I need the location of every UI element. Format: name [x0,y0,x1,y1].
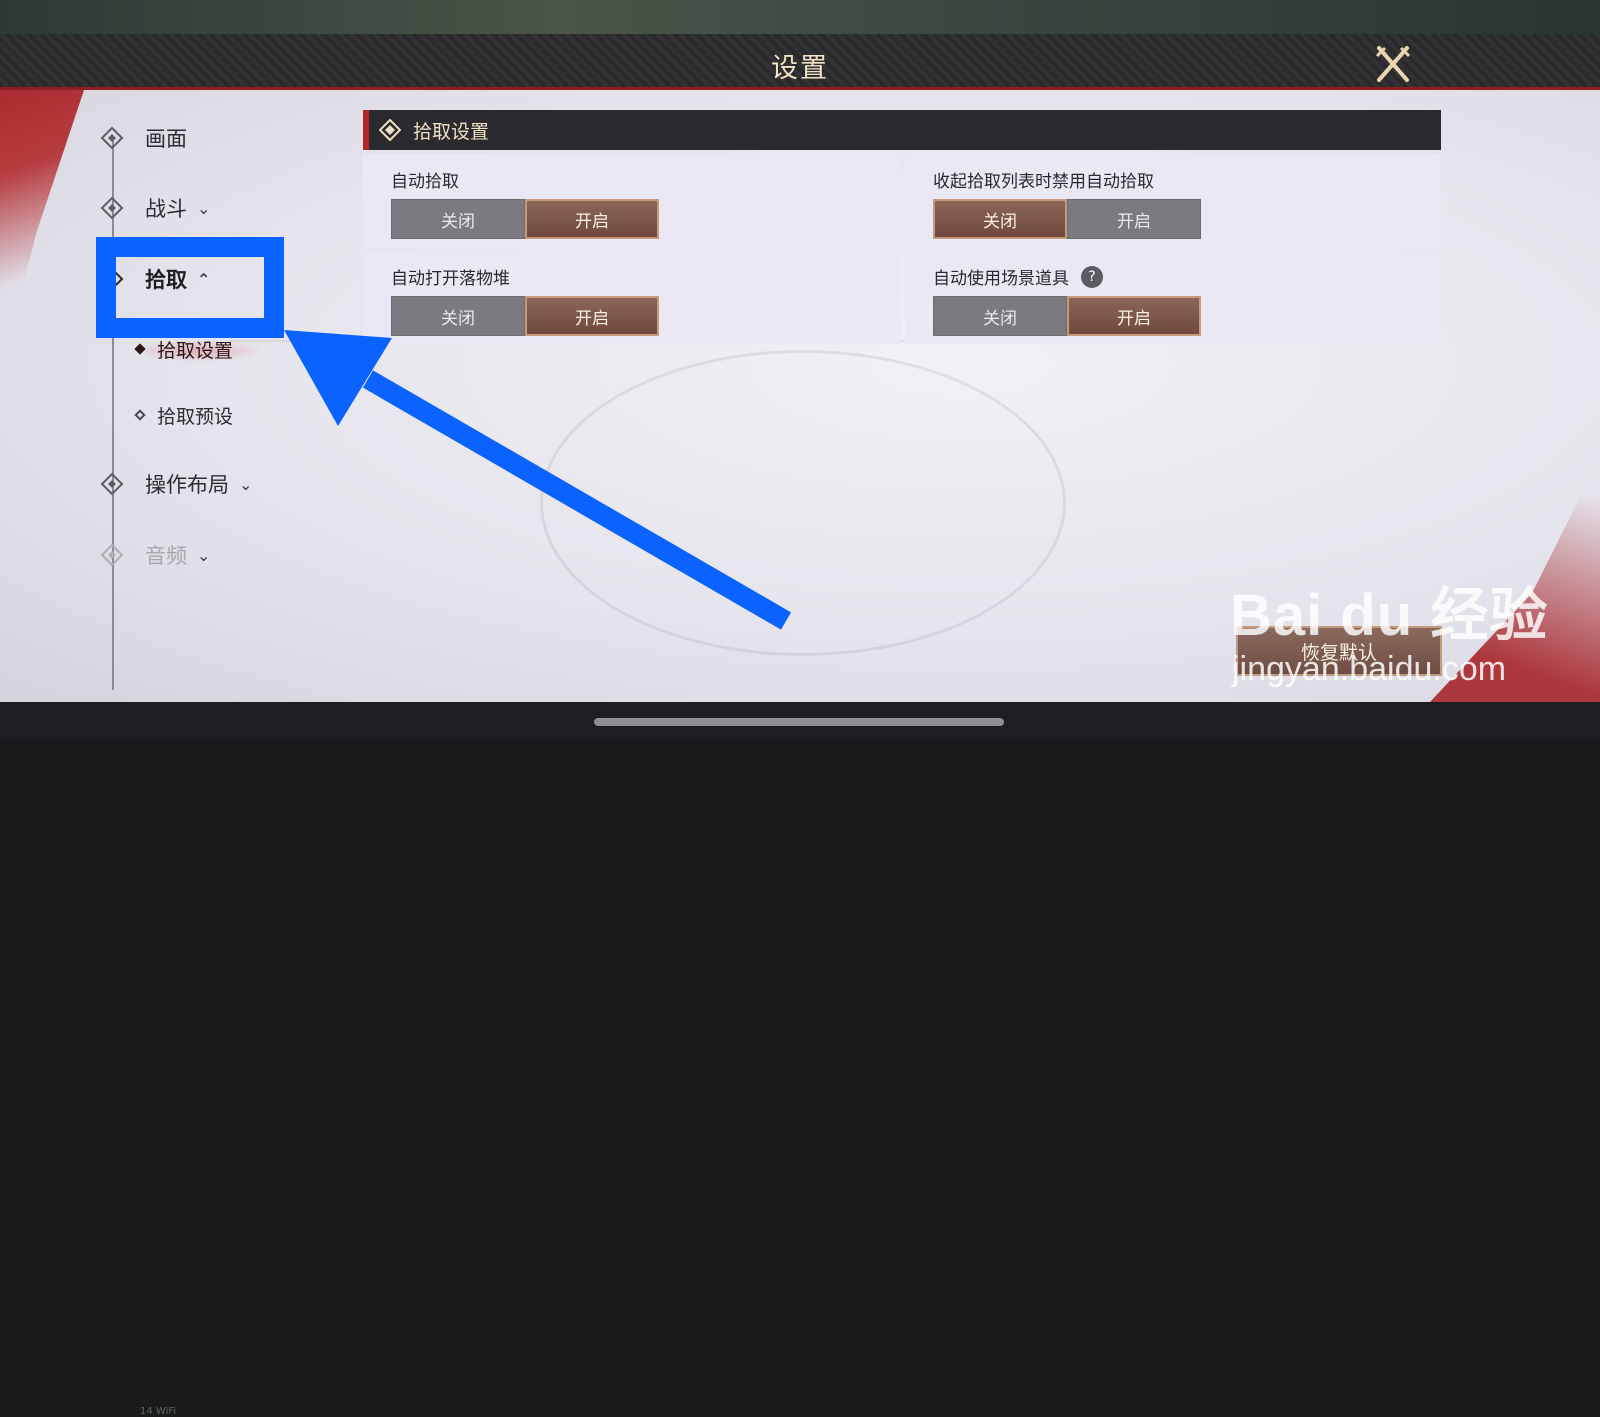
status-text: 14 WiFi [140,1406,177,1417]
home-indicator[interactable] [594,718,1004,726]
watermark-url: jingyan.baidu.com [1232,650,1507,688]
watermark-logo: Bai du 经验 [1230,583,1549,648]
